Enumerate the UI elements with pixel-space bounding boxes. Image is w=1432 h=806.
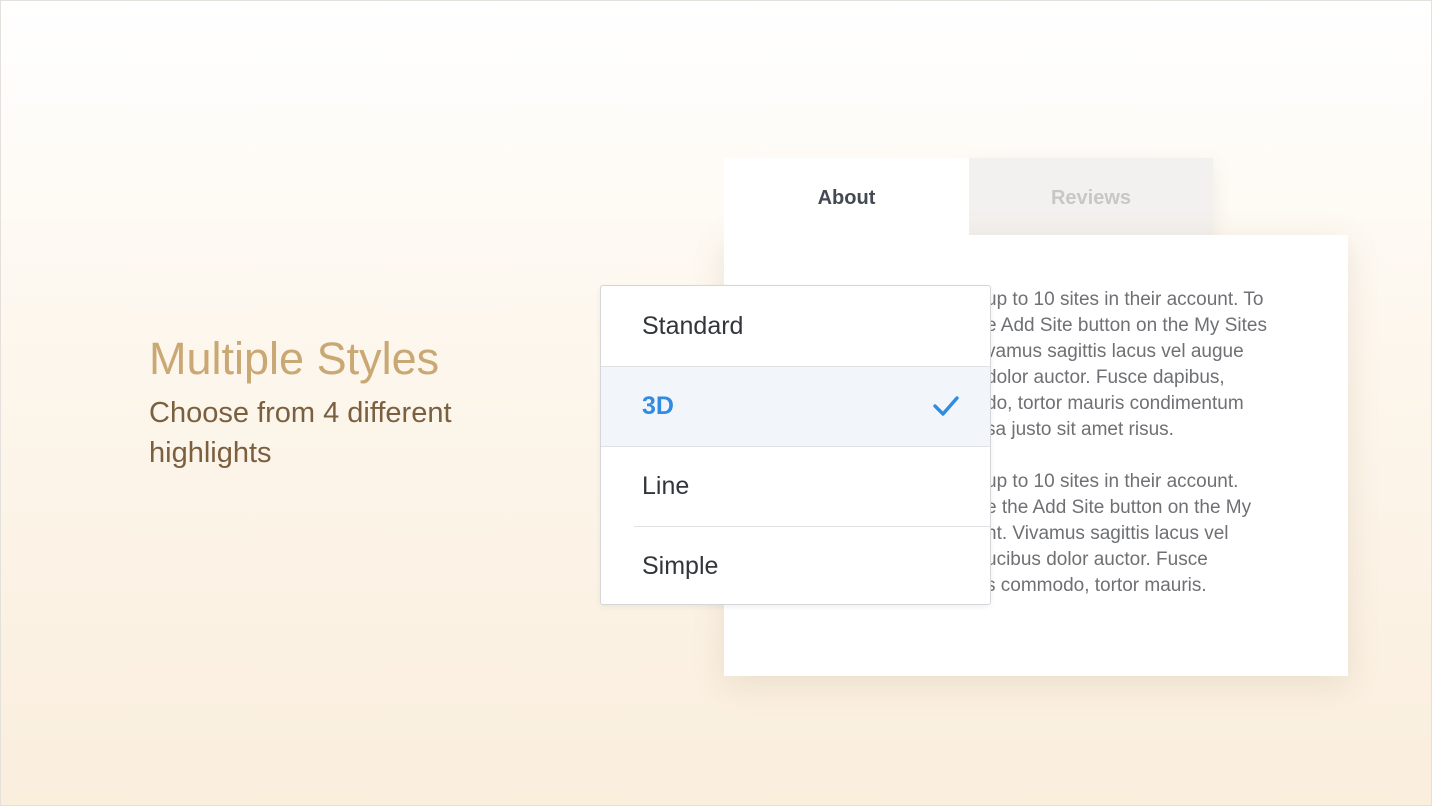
option-line[interactable]: Line [601,446,990,526]
option-simple[interactable]: Simple [601,526,990,604]
tab-reviews[interactable]: Reviews [969,158,1213,238]
tab-about[interactable]: About [724,158,969,238]
checkmark-icon [933,396,959,416]
option-3d[interactable]: 3D [601,366,990,446]
hero: Multiple Styles Choose from 4 different … [149,331,509,473]
hero-title: Multiple Styles [149,333,440,384]
content-paragraph-2: up to 10 sites in their account. e the A… [986,471,1252,596]
content-paragraph-1: up to 10 sites in their account. To e Ad… [986,289,1267,440]
option-label: Simple [642,551,719,580]
option-label: Line [642,471,690,500]
option-label: 3D [642,391,674,420]
hero-subtitle: Choose from 4 different highlights [149,397,452,469]
style-dropdown-menu: Standard 3D Line Simple [600,285,991,605]
option-standard[interactable]: Standard [601,286,990,366]
option-label: Standard [642,311,744,340]
